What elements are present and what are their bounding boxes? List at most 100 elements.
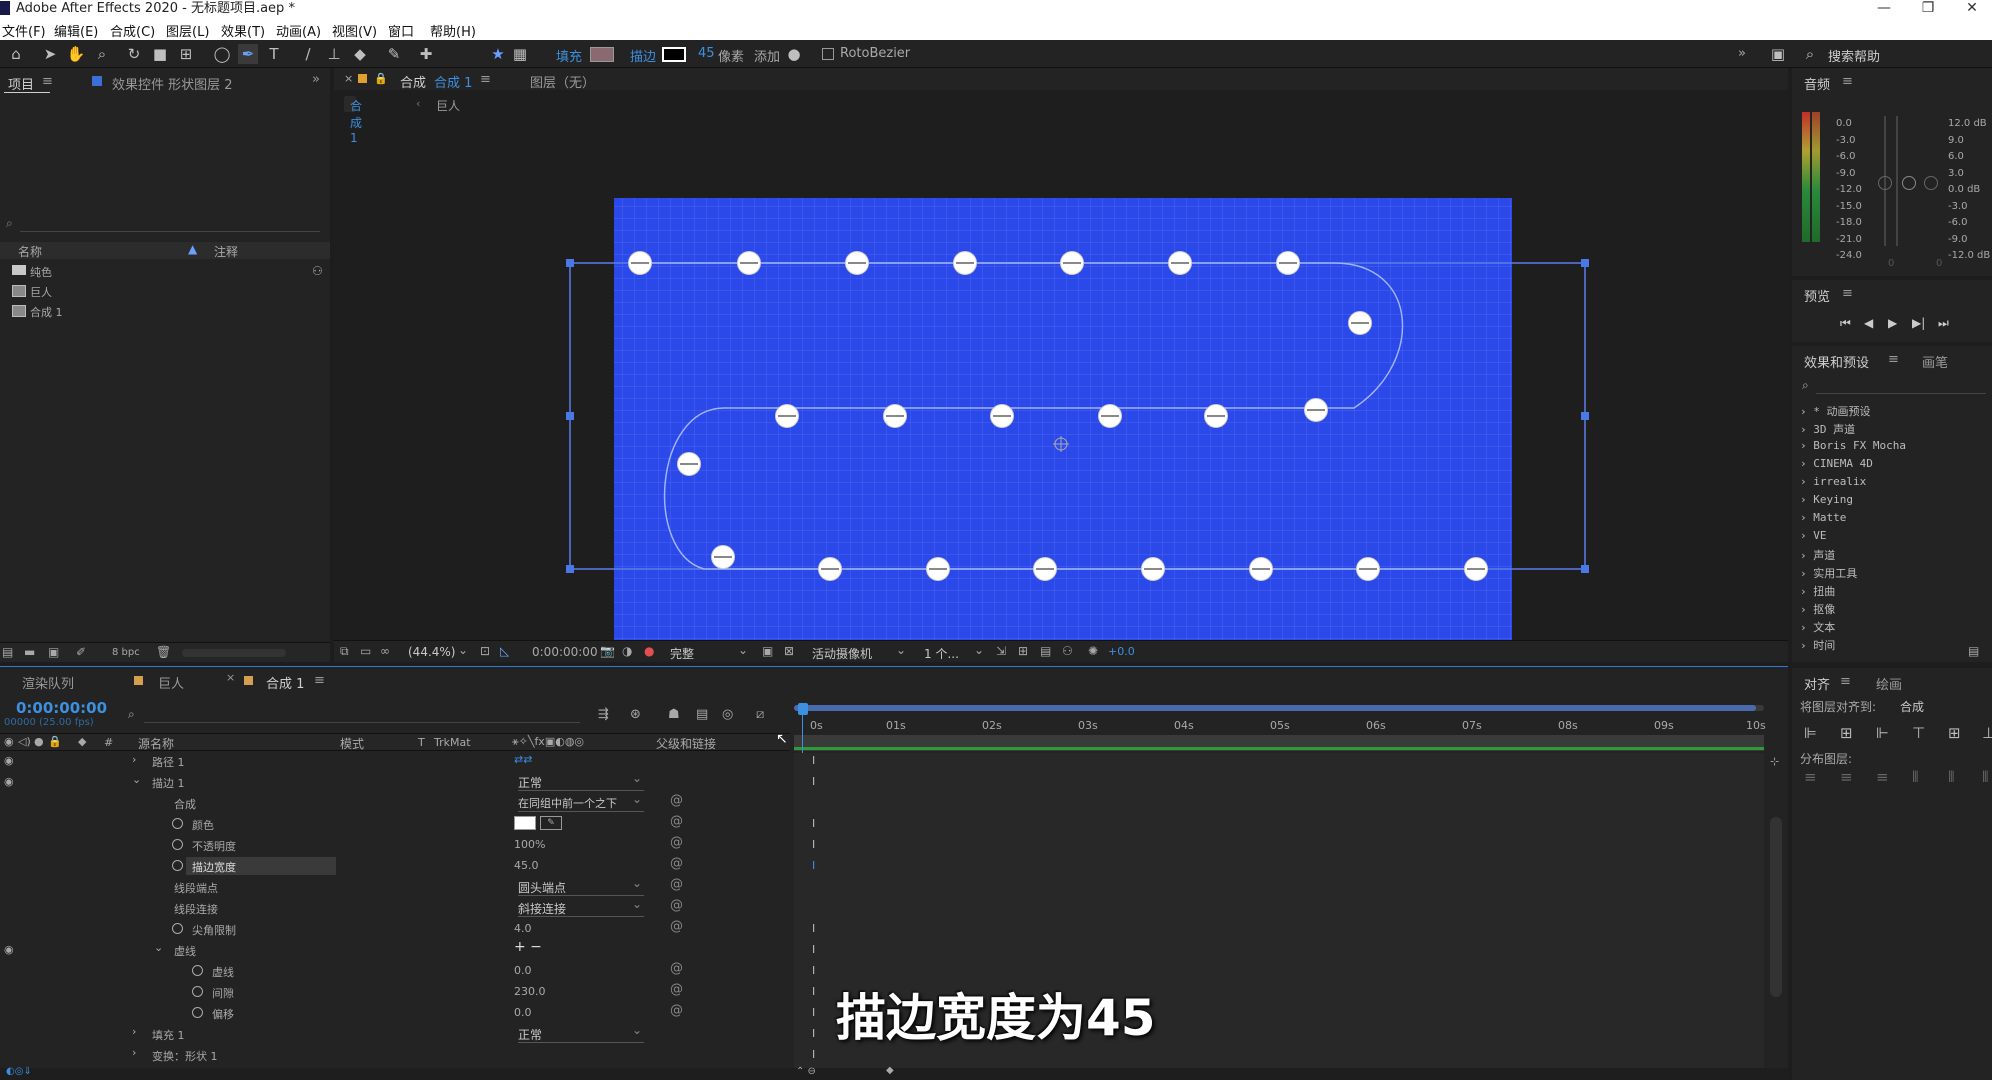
align-vcenter-icon[interactable]: ⊞ bbox=[1948, 724, 1961, 742]
pick-whip-icon[interactable]: @ bbox=[670, 1003, 683, 1018]
pick-whip-icon[interactable]: @ bbox=[670, 982, 683, 997]
label-icon[interactable]: ◆ bbox=[78, 735, 86, 748]
effects-category[interactable]: › 实用工具 bbox=[1800, 565, 1857, 581]
prop-transform-shape-1[interactable]: 变换：形状 1 bbox=[152, 1048, 218, 1064]
timeline-search-input[interactable] bbox=[144, 709, 580, 723]
keyframe-marker[interactable]: I bbox=[812, 922, 815, 935]
effects-menu-icon[interactable]: ≡ bbox=[1888, 352, 1899, 367]
lock-switch-icon[interactable]: 🔒 bbox=[48, 735, 62, 748]
keyframe-marker[interactable]: I bbox=[812, 1048, 815, 1061]
align-left-icon[interactable]: ⊫ bbox=[1804, 724, 1817, 742]
stopwatch-icon[interactable] bbox=[192, 986, 203, 997]
transform-handle[interactable] bbox=[1581, 565, 1589, 573]
tab-project-menu-icon[interactable]: ≡ bbox=[42, 74, 53, 89]
playhead[interactable] bbox=[798, 703, 808, 715]
transparency-grid-icon[interactable]: ⊠ bbox=[784, 644, 794, 658]
new-folder-icon[interactable]: ▤ bbox=[1968, 644, 1979, 658]
audio-menu-icon[interactable]: ≡ bbox=[1842, 74, 1853, 89]
effects-category[interactable]: › 抠像 bbox=[1800, 601, 1835, 617]
expand-arrow-icon[interactable]: › bbox=[132, 753, 136, 766]
viewer-timecode[interactable]: 0:00:00:00 bbox=[532, 645, 598, 659]
pick-whip-icon[interactable]: @ bbox=[670, 919, 683, 934]
composite-dropdown[interactable]: 在同组中前一个之下 bbox=[518, 792, 644, 812]
path-swap-icon[interactable]: ⇄⇄ bbox=[514, 753, 532, 766]
pen-tool-icon[interactable]: ✒ bbox=[238, 44, 258, 64]
project-col-comment[interactable]: 注释 bbox=[214, 243, 238, 260]
effects-category[interactable]: › CINEMA 4D bbox=[1800, 457, 1873, 470]
close-tab-icon[interactable]: × bbox=[344, 72, 353, 85]
audio-switch-icon[interactable]: ◁) bbox=[18, 735, 31, 748]
offset-value[interactable]: 0.0 bbox=[514, 1006, 532, 1019]
new-folder-icon[interactable]: ▬ bbox=[24, 645, 35, 659]
align-menu-icon[interactable]: ≡ bbox=[1840, 674, 1851, 689]
selection-tool-icon[interactable]: ➤ bbox=[40, 44, 60, 64]
effects-category[interactable]: › 声道 bbox=[1800, 547, 1835, 563]
motion-blur-icon[interactable]: ◎ bbox=[722, 707, 733, 722]
show-snapshot-icon[interactable]: ◑ bbox=[622, 644, 632, 658]
brush-tool-icon[interactable]: ∕ bbox=[298, 44, 318, 64]
effects-category[interactable]: › Keying bbox=[1800, 493, 1853, 506]
align-right-icon[interactable]: ⊩ bbox=[1876, 724, 1889, 742]
pick-whip-icon[interactable]: @ bbox=[670, 814, 683, 829]
pick-whip-icon[interactable]: @ bbox=[670, 856, 683, 871]
collapse-arrow-icon[interactable]: ⌄ bbox=[154, 941, 163, 954]
tab-render-queue[interactable]: 渲染队列 bbox=[22, 673, 74, 692]
align-top-icon[interactable]: ⊤ bbox=[1912, 724, 1925, 742]
transform-handle[interactable] bbox=[566, 565, 574, 573]
work-area-bar[interactable] bbox=[794, 705, 1764, 711]
col-parent-link[interactable]: 父级和链接 bbox=[656, 735, 716, 752]
monitor-icon[interactable]: ▭ bbox=[360, 644, 371, 658]
gap-value[interactable]: 230.0 bbox=[514, 985, 546, 998]
add-remove-dash-buttons[interactable]: + − bbox=[514, 939, 542, 955]
camera-tool-icon[interactable]: ■ bbox=[150, 44, 170, 64]
opacity-value[interactable]: 100% bbox=[514, 838, 545, 851]
tab-align[interactable]: 对齐 bbox=[1804, 674, 1830, 693]
tab-brushes[interactable]: 画笔 bbox=[1922, 352, 1948, 371]
pick-whip-icon[interactable]: @ bbox=[670, 877, 683, 892]
menu-window[interactable]: 窗口 bbox=[388, 21, 414, 40]
camera-dropdown[interactable]: 活动摄像机 bbox=[812, 645, 872, 662]
first-frame-icon[interactable]: ⏮ bbox=[1840, 316, 1851, 331]
eyedropper-icon[interactable]: ✎ bbox=[540, 816, 562, 830]
lock-icon[interactable]: 🔒 bbox=[374, 72, 388, 85]
adjust-icon[interactable]: ✐ bbox=[76, 645, 86, 659]
stroke-width-value[interactable]: 45.0 bbox=[514, 859, 539, 872]
align-bottom-icon[interactable]: ⊥ bbox=[1982, 724, 1992, 742]
effects-category[interactable]: › * 动画预设 bbox=[1800, 403, 1871, 419]
snapshot-icon[interactable]: 📷 bbox=[600, 644, 615, 658]
effects-category[interactable]: › 文本 bbox=[1800, 619, 1835, 635]
prop-stroke-width[interactable]: 描边宽度 bbox=[192, 859, 236, 875]
fill-label[interactable]: 填充 bbox=[556, 46, 582, 65]
next-frame-icon[interactable]: ▶| bbox=[1912, 316, 1925, 330]
color-channels-icon[interactable]: ● bbox=[644, 644, 654, 658]
close-button[interactable]: ✕ bbox=[1950, 0, 1992, 18]
graph-editor-icon[interactable]: ⧄ bbox=[756, 707, 764, 722]
eraser-tool-icon[interactable]: ◆ bbox=[350, 44, 370, 64]
keyframe-marker[interactable]: I bbox=[812, 943, 815, 956]
tab-composition-name[interactable]: 合成 1 bbox=[434, 72, 472, 91]
distribute-vcenter-icon[interactable]: ≡ bbox=[1840, 768, 1853, 786]
clone-stamp-tool-icon[interactable]: ⊥ bbox=[324, 44, 344, 64]
project-item[interactable]: 合成 1 bbox=[0, 302, 310, 320]
mask-visibility-icon[interactable]: ◺ bbox=[500, 644, 509, 658]
menu-composition[interactable]: 合成(C) bbox=[110, 21, 155, 40]
new-composition-icon[interactable]: ▣ bbox=[48, 645, 59, 659]
zoom-tool-icon[interactable]: ⌕ bbox=[92, 44, 112, 64]
exposure-value[interactable]: +0.0 bbox=[1108, 645, 1135, 658]
zoom-slider-thumb[interactable]: ◆ bbox=[886, 1065, 894, 1076]
pan-behind-tool-icon[interactable]: ⊞ bbox=[176, 44, 196, 64]
zoom-chevron-icon[interactable]: ⌄ bbox=[458, 643, 468, 657]
time-ruler[interactable]: 0s 01s 02s 03s 04s 05s 06s 07s 08s 09s 1… bbox=[794, 701, 1766, 751]
line-join-dropdown[interactable]: 斜接连接 bbox=[518, 897, 644, 917]
collapse-arrow-icon[interactable]: ⌄ bbox=[132, 773, 141, 786]
pick-whip-icon[interactable]: @ bbox=[670, 898, 683, 913]
effects-category[interactable]: › 扭曲 bbox=[1800, 583, 1835, 599]
current-time[interactable]: 0:00:00:00 bbox=[16, 699, 107, 717]
miter-limit-value[interactable]: 4.0 bbox=[514, 922, 532, 935]
add-menu-icon[interactable]: ● bbox=[784, 44, 804, 64]
distribute-hcenter-icon[interactable]: ⦀ bbox=[1948, 768, 1955, 786]
keyframe-marker[interactable]: I bbox=[812, 1006, 815, 1019]
timeline-scrollbar[interactable] bbox=[1770, 817, 1782, 997]
stopwatch-icon[interactable] bbox=[192, 965, 203, 976]
col-mode[interactable]: 模式 bbox=[340, 735, 364, 752]
